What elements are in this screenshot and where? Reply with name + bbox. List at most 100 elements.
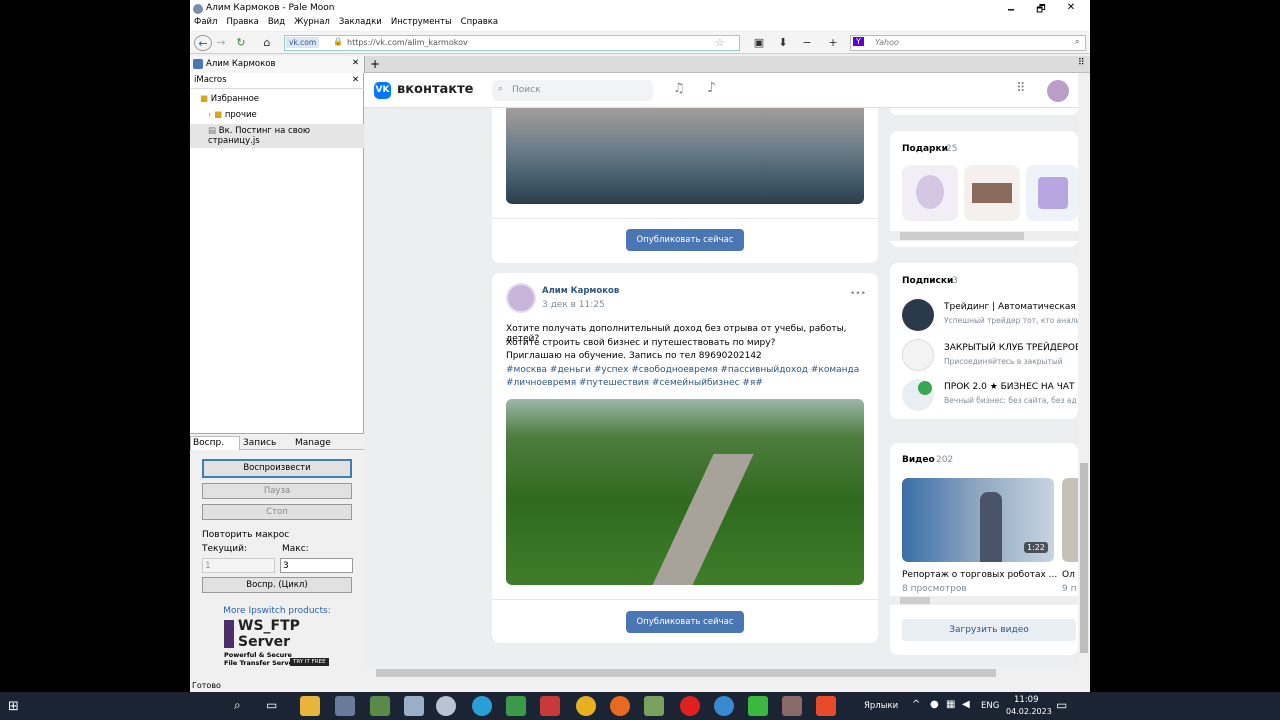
more-icon[interactable]: ••• — [850, 289, 866, 299]
post-tags-1[interactable]: #москва #деньги #успех #свободноевремя #… — [506, 365, 859, 375]
bookmark-star-icon[interactable]: ☆ — [715, 36, 725, 49]
sub-avatar[interactable] — [902, 339, 934, 371]
menu-help[interactable]: Справка — [461, 17, 498, 27]
app-icon[interactable] — [816, 696, 836, 716]
minimize-button[interactable]: 🗕 — [996, 2, 1026, 16]
forward-icon[interactable]: → — [212, 35, 230, 51]
language-indicator[interactable]: ENG — [981, 701, 999, 711]
volume-icon[interactable]: ◀ — [962, 699, 970, 710]
video-title[interactable]: Видео — [902, 455, 935, 465]
microphone-icon[interactable]: ● — [930, 699, 939, 710]
bell-icon[interactable]: ♫ — [673, 81, 685, 96]
new-tab-button[interactable]: + — [370, 57, 380, 71]
pale-moon-taskbar-icon[interactable] — [436, 696, 456, 716]
site-identity-badge[interactable]: vk.com — [286, 37, 320, 48]
shortcuts-toolbar[interactable]: Ярлыки — [864, 701, 898, 711]
publish-now-button[interactable]: Опубликовать сейчас — [626, 229, 744, 251]
current-field[interactable]: 1 — [202, 558, 275, 573]
vk-logo-icon[interactable]: VK — [374, 82, 391, 99]
imacros-close-icon[interactable]: ✕ — [352, 75, 359, 85]
music-icon[interactable]: ♪ — [707, 80, 716, 96]
video-caption-2[interactable]: Ол — [1062, 570, 1075, 580]
firefox-icon[interactable] — [610, 696, 630, 716]
loop-play-button[interactable]: Воспр. (Цикл) — [202, 577, 352, 593]
scrollbar-thumb[interactable] — [376, 669, 996, 677]
post-image-water[interactable] — [506, 108, 864, 204]
gift-item[interactable] — [964, 165, 1020, 221]
app-icon[interactable] — [370, 696, 390, 716]
yandex-icon[interactable] — [680, 696, 700, 716]
scrollbar-thumb[interactable] — [900, 597, 930, 604]
address-bar[interactable]: vk.com 🔒 https://vk.com/alim_karmokov ☆ — [284, 35, 740, 51]
chrome-icon[interactable] — [714, 696, 734, 716]
telegram-icon[interactable] — [472, 696, 492, 716]
upload-video-button[interactable]: Загрузить видео — [902, 619, 1076, 641]
max-field[interactable]: 3 — [280, 558, 353, 573]
scrollbar-thumb[interactable] — [1080, 463, 1088, 653]
tree-item-macro[interactable]: ▤ Вк. Постинг на свою страницу.js — [190, 124, 364, 148]
sub-name[interactable]: ЗАКРЫТЫЙ КЛУБ ТРЕЙДЕРОВ — [944, 343, 1081, 353]
ws-ftp-logo[interactable]: WS_FTP Server Powerful & Secure File Tra… — [224, 618, 334, 670]
chrome-icon[interactable] — [576, 696, 596, 716]
extension-icon[interactable]: ▣ — [750, 35, 768, 51]
menu-file[interactable]: Файл — [194, 17, 217, 27]
scrollbar-thumb[interactable] — [900, 232, 1024, 240]
app-icon[interactable] — [782, 696, 802, 716]
home-icon[interactable]: ⌂ — [258, 35, 276, 51]
download-icon[interactable]: ⬇ — [774, 35, 792, 51]
vertical-scrollbar[interactable] — [1078, 73, 1090, 667]
tab-active[interactable]: Алим Кармоков ✕ — [190, 56, 365, 73]
tab-play[interactable]: Воспр. — [190, 436, 240, 450]
vk-logo-text[interactable]: вконтакте — [397, 82, 473, 97]
sub-name[interactable]: ПРОК 2.0 ★ БИЗНЕС НА ЧАТ БО — [944, 382, 1090, 392]
app-icon[interactable] — [506, 696, 526, 716]
try-free-badge[interactable]: TRY IT FREE — [290, 658, 329, 666]
gifts-scrollbar[interactable] — [890, 231, 1078, 241]
stop-button[interactable]: Стоп — [202, 504, 352, 520]
windows-start-icon[interactable]: ⊞ — [8, 699, 19, 714]
post-date[interactable]: 3 дек в 11:25 — [542, 300, 605, 310]
menu-bookmarks[interactable]: Закладки — [339, 17, 382, 27]
tree-item-favorites[interactable]: ■ Избранное — [190, 94, 364, 104]
tab-list-icon[interactable]: ⠿ — [1078, 58, 1085, 68]
tab-record[interactable]: Запись — [243, 438, 276, 448]
search-bar[interactable]: Y Yahoo ⌕ — [850, 35, 1086, 51]
explorer-icon[interactable] — [300, 696, 320, 716]
subs-title[interactable]: Подписки — [902, 276, 953, 286]
play-button[interactable]: Воспроизвести — [202, 459, 352, 478]
clock-time[interactable]: 11:09 — [1014, 695, 1039, 705]
video-caption[interactable]: Репортаж о торговых роботах ... — [902, 570, 1057, 580]
back-icon[interactable]: ← — [194, 35, 212, 51]
close-button[interactable]: ✕ — [1056, 2, 1086, 16]
expand-icon[interactable]: › — [208, 110, 211, 120]
author-avatar[interactable] — [506, 283, 536, 313]
sub-avatar[interactable] — [902, 379, 934, 411]
video-thumbnail-2[interactable] — [1062, 478, 1078, 562]
menu-view[interactable]: Вид — [268, 17, 285, 27]
menu-tools[interactable]: Инструменты — [391, 17, 452, 27]
maximize-button[interactable]: 🗗 — [1026, 2, 1056, 16]
tree-item-other[interactable]: › ■ прочие — [190, 110, 364, 120]
pause-button[interactable]: Пауза — [202, 483, 352, 499]
notepad-icon[interactable] — [404, 696, 424, 716]
network-icon[interactable]: ▦ — [946, 699, 955, 710]
tab-close-icon[interactable]: ✕ — [352, 58, 359, 68]
notification-icon[interactable]: ▭ — [1056, 698, 1067, 712]
video-scrollbar[interactable] — [890, 596, 1078, 605]
reload-icon[interactable]: ↻ — [232, 35, 250, 51]
vk-search-input[interactable]: ⌕ Поиск — [492, 80, 653, 101]
tab-manage[interactable]: Manage — [295, 438, 331, 448]
menu-edit[interactable]: Правка — [226, 17, 258, 27]
post-image-forest[interactable] — [506, 399, 864, 585]
menu-history[interactable]: Журнал — [294, 17, 330, 27]
task-view-icon[interactable]: ▭ — [266, 698, 277, 712]
post-author[interactable]: Алим Кармоков — [542, 286, 619, 296]
zoom-out-icon[interactable]: − — [798, 35, 816, 51]
sub-avatar[interactable] — [902, 299, 934, 331]
gift-item[interactable] — [902, 165, 958, 221]
gifts-title[interactable]: Подарки — [902, 144, 948, 154]
promo-link[interactable]: More Ipswitch products: — [190, 606, 364, 616]
apps-grid-icon[interactable]: ⠿ — [1016, 81, 1026, 96]
search-icon[interactable]: ⌕ — [234, 698, 241, 713]
app-icon[interactable] — [335, 696, 355, 716]
